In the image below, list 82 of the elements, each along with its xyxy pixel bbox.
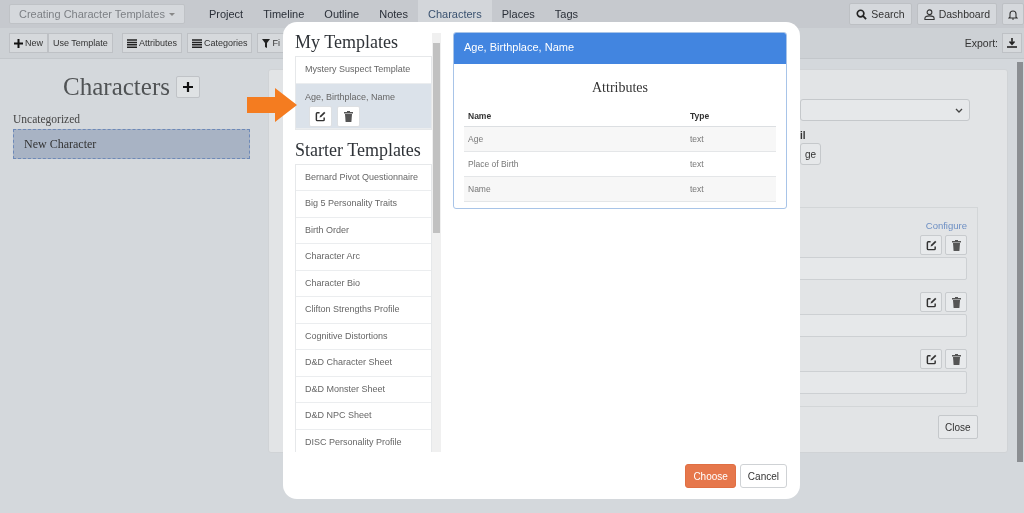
toolbar-button[interactable]: Use Template [48, 33, 113, 53]
delete-button[interactable] [945, 235, 967, 255]
section-heading: My Templates [295, 32, 399, 53]
column-header: Type [686, 106, 776, 127]
edit-button[interactable] [309, 105, 332, 127]
user-icon [923, 8, 935, 20]
plus-icon [182, 82, 193, 92]
nav-tab[interactable]: Tags [544, 0, 589, 28]
delete-button[interactable] [337, 105, 360, 127]
toolbar-button[interactable]: Attributes [121, 33, 182, 53]
close-button[interactable]: Close [938, 415, 978, 439]
arrow-icon [247, 88, 297, 122]
template-item[interactable]: Character Bio [296, 270, 431, 297]
table-cell: text [686, 126, 776, 152]
template-item[interactable]: Big 5 Personality Traits [296, 191, 431, 218]
download-icon [1007, 38, 1017, 48]
edit-button[interactable] [920, 349, 942, 369]
notifications-button[interactable] [1002, 3, 1024, 25]
table-cell: Place of Birth [464, 151, 686, 177]
column-header: Name [464, 106, 686, 127]
table-cell: text [686, 151, 776, 177]
nav-tab[interactable]: Notes [369, 0, 418, 28]
character-item[interactable]: New Character [13, 129, 250, 159]
nav-tab[interactable]: Places [491, 0, 545, 28]
table-cell: text [686, 176, 776, 202]
table-cell: Age [464, 126, 686, 152]
template-item[interactable]: Birth Order [296, 217, 431, 244]
bell-icon [1008, 8, 1018, 20]
edit-icon [925, 296, 937, 308]
list-icon [126, 38, 137, 48]
template-item[interactable]: DISC Personality Profile [296, 429, 431, 452]
template-item[interactable]: Clifton Strengths Profile [296, 297, 431, 324]
template-name: Age, Birthplace, Name [305, 91, 396, 102]
trash-icon [951, 239, 961, 251]
field-label: il [800, 130, 807, 141]
nav-tab[interactable]: Project [198, 0, 254, 28]
search-icon [856, 8, 868, 20]
scrollbar[interactable] [1017, 62, 1023, 462]
category-label: Uncategorized [13, 113, 82, 125]
template-item[interactable]: Mystery Suspect Template [296, 57, 431, 84]
card-header: Age, Birthplace, Name [454, 33, 786, 64]
toolbar-button[interactable]: New [9, 33, 48, 53]
edit-icon [925, 353, 937, 365]
filter-icon [262, 38, 271, 48]
dropdown-field[interactable] [800, 99, 970, 121]
trash-icon [951, 353, 961, 365]
list-icon [191, 38, 202, 48]
nav-tab[interactable]: Timeline [253, 0, 315, 28]
section-heading: Starter Templates [295, 139, 422, 161]
template-name: Mystery Suspect Template [305, 64, 411, 74]
template-item[interactable]: D&D NPC Sheet [296, 403, 431, 430]
nav-tab[interactable]: Outline [314, 0, 370, 28]
page-title: Characters [63, 73, 170, 101]
trash-icon [344, 110, 353, 122]
edit-button[interactable] [920, 235, 942, 255]
search-button[interactable]: Search [849, 3, 912, 25]
cancel-button[interactable]: Cancel [739, 464, 787, 488]
trash-icon [951, 296, 961, 308]
card-heading: Attributes [591, 80, 649, 96]
delete-button[interactable] [945, 349, 967, 369]
edit-icon [315, 110, 326, 122]
add-button[interactable] [175, 76, 200, 98]
template-item[interactable]: Cognitive Distortions [296, 323, 431, 350]
template-item[interactable]: Character Arc [296, 244, 431, 271]
scrollbar[interactable] [432, 33, 441, 452]
dashboard-button[interactable]: Dashboard [916, 3, 997, 25]
table-cell: Name [464, 176, 686, 202]
edit-button[interactable] [920, 292, 942, 312]
caret-icon [168, 12, 175, 16]
export-button[interactable] [1002, 33, 1022, 53]
export-label: Export: [964, 37, 998, 49]
toolbar-button[interactable]: Fi [257, 33, 285, 53]
template-item[interactable]: Bernard Pivot Questionnaire [296, 164, 431, 191]
template-item[interactable]: D&D Character Sheet [296, 350, 431, 377]
template-item[interactable]: Age, Birthplace, Name [296, 83, 431, 129]
toolbar-button[interactable]: Categories [186, 33, 253, 53]
template-item[interactable]: D&D Monster Sheet [296, 376, 431, 403]
image-button[interactable]: ge [800, 143, 822, 165]
plus-icon [14, 38, 23, 48]
chevron-down-icon [955, 107, 963, 113]
edit-icon [925, 239, 937, 251]
delete-button[interactable] [945, 292, 967, 312]
